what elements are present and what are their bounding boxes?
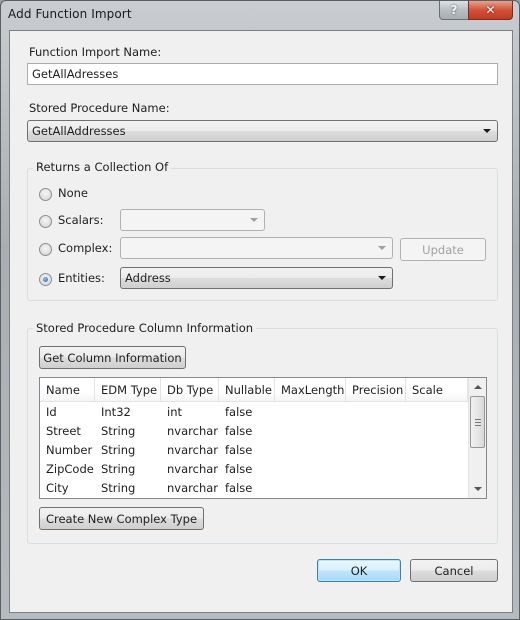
update-button[interactable]: Update [400, 238, 486, 261]
entities-select[interactable]: Address [120, 267, 393, 289]
close-button[interactable]: ✕ [468, 1, 513, 20]
grip-icon [475, 419, 481, 420]
radio-complex[interactable] [39, 243, 52, 256]
cell-db-type: nvarchar [167, 424, 219, 438]
cell-db-type: int [167, 405, 182, 419]
radio-scalars-label[interactable]: Scalars: [58, 213, 104, 227]
cell-edm-type: String [101, 424, 136, 438]
scrollbar-thumb[interactable] [470, 396, 485, 448]
help-button[interactable]: ? [439, 1, 469, 20]
radio-none-label[interactable]: None [58, 186, 88, 200]
column-header-maxlength[interactable]: MaxLength [275, 378, 346, 402]
list-header: Name EDM Type Db Type Nullable MaxLength… [40, 378, 468, 402]
chevron-down-icon [378, 276, 386, 280]
ok-label: OK [350, 563, 368, 578]
column-header-edm-type[interactable]: EDM Type [95, 378, 161, 402]
cell-db-type: nvarchar [167, 481, 219, 495]
cell-nullable: false [225, 462, 253, 476]
stored-procedure-name-value: GetAllAddresses [32, 124, 126, 138]
update-button-label: Update [422, 242, 464, 257]
cell-name: Id [46, 405, 57, 419]
create-new-complex-type-label: Create New Complex Type [45, 511, 198, 526]
get-column-information-button[interactable]: Get Column Information [39, 346, 186, 369]
title-bar[interactable]: Add Function Import ? ✕ [1, 1, 519, 31]
scalars-select[interactable] [120, 209, 265, 231]
close-icon: ✕ [485, 3, 496, 17]
column-header-scale[interactable]: Scale [406, 378, 468, 402]
ok-button[interactable]: OK [317, 559, 401, 582]
radio-entities-label[interactable]: Entities: [58, 271, 105, 285]
create-new-complex-type-button[interactable]: Create New Complex Type [39, 507, 204, 530]
cell-edm-type: String [101, 443, 136, 457]
cell-nullable: false [225, 481, 253, 495]
cell-edm-type: String [101, 481, 136, 495]
vertical-scrollbar[interactable] [468, 378, 486, 498]
cell-name: Street [46, 424, 81, 438]
cell-name: ZipCode [46, 462, 94, 476]
column-header-precision[interactable]: Precision [346, 378, 406, 402]
list-row[interactable]: Number String nvarchar false [40, 441, 468, 460]
cell-nullable: false [225, 443, 253, 457]
window-title: Add Function Import [8, 7, 132, 21]
add-function-import-dialog: Add Function Import ? ✕ Function Import … [0, 0, 520, 620]
scroll-down-arrow-icon[interactable] [474, 487, 482, 491]
returns-collection-title: Returns a Collection Of [33, 160, 172, 174]
column-header-name[interactable]: Name [40, 378, 95, 402]
dialog-body: Function Import Name: GetAllAdresses Sto… [9, 30, 513, 613]
chevron-down-icon [483, 129, 491, 133]
column-info-list[interactable]: Name EDM Type Db Type Nullable MaxLength… [39, 377, 487, 499]
cell-nullable: false [225, 424, 253, 438]
scroll-up-arrow-icon[interactable] [474, 385, 482, 389]
function-import-name-input[interactable]: GetAllAdresses [27, 63, 498, 85]
chevron-down-icon [250, 218, 258, 222]
column-header-nullable[interactable]: Nullable [219, 378, 275, 402]
column-info-title: Stored Procedure Column Information [33, 321, 257, 335]
cell-name: City [46, 481, 69, 495]
list-row[interactable]: City String nvarchar false [40, 479, 468, 498]
radio-entities[interactable] [39, 273, 52, 286]
get-column-information-label: Get Column Information [43, 350, 182, 365]
list-row[interactable]: Id Int32 int false [40, 403, 468, 422]
radio-scalars[interactable] [39, 215, 52, 228]
column-header-db-type[interactable]: Db Type [161, 378, 219, 402]
cell-db-type: nvarchar [167, 443, 219, 457]
help-icon: ? [450, 3, 458, 17]
stored-procedure-name-label: Stored Procedure Name: [29, 101, 170, 115]
cell-nullable: false [225, 405, 253, 419]
function-import-name-label: Function Import Name: [29, 45, 162, 59]
cell-edm-type: String [101, 462, 136, 476]
cell-edm-type: Int32 [101, 405, 131, 419]
chevron-down-icon [378, 246, 386, 250]
radio-none[interactable] [39, 188, 52, 201]
cancel-label: Cancel [434, 563, 474, 578]
radio-complex-label[interactable]: Complex: [58, 241, 112, 255]
list-body: Id Int32 int false Street String nvarcha… [40, 403, 468, 498]
list-row[interactable]: Street String nvarchar false [40, 422, 468, 441]
entities-value: Address [125, 271, 171, 285]
cancel-button[interactable]: Cancel [410, 559, 498, 582]
function-import-name-value: GetAllAdresses [32, 67, 119, 81]
cell-db-type: nvarchar [167, 462, 219, 476]
stored-procedure-name-select[interactable]: GetAllAddresses [27, 120, 498, 142]
list-row[interactable]: ZipCode String nvarchar false [40, 460, 468, 479]
cell-name: Number [46, 443, 93, 457]
complex-select[interactable] [120, 237, 393, 259]
